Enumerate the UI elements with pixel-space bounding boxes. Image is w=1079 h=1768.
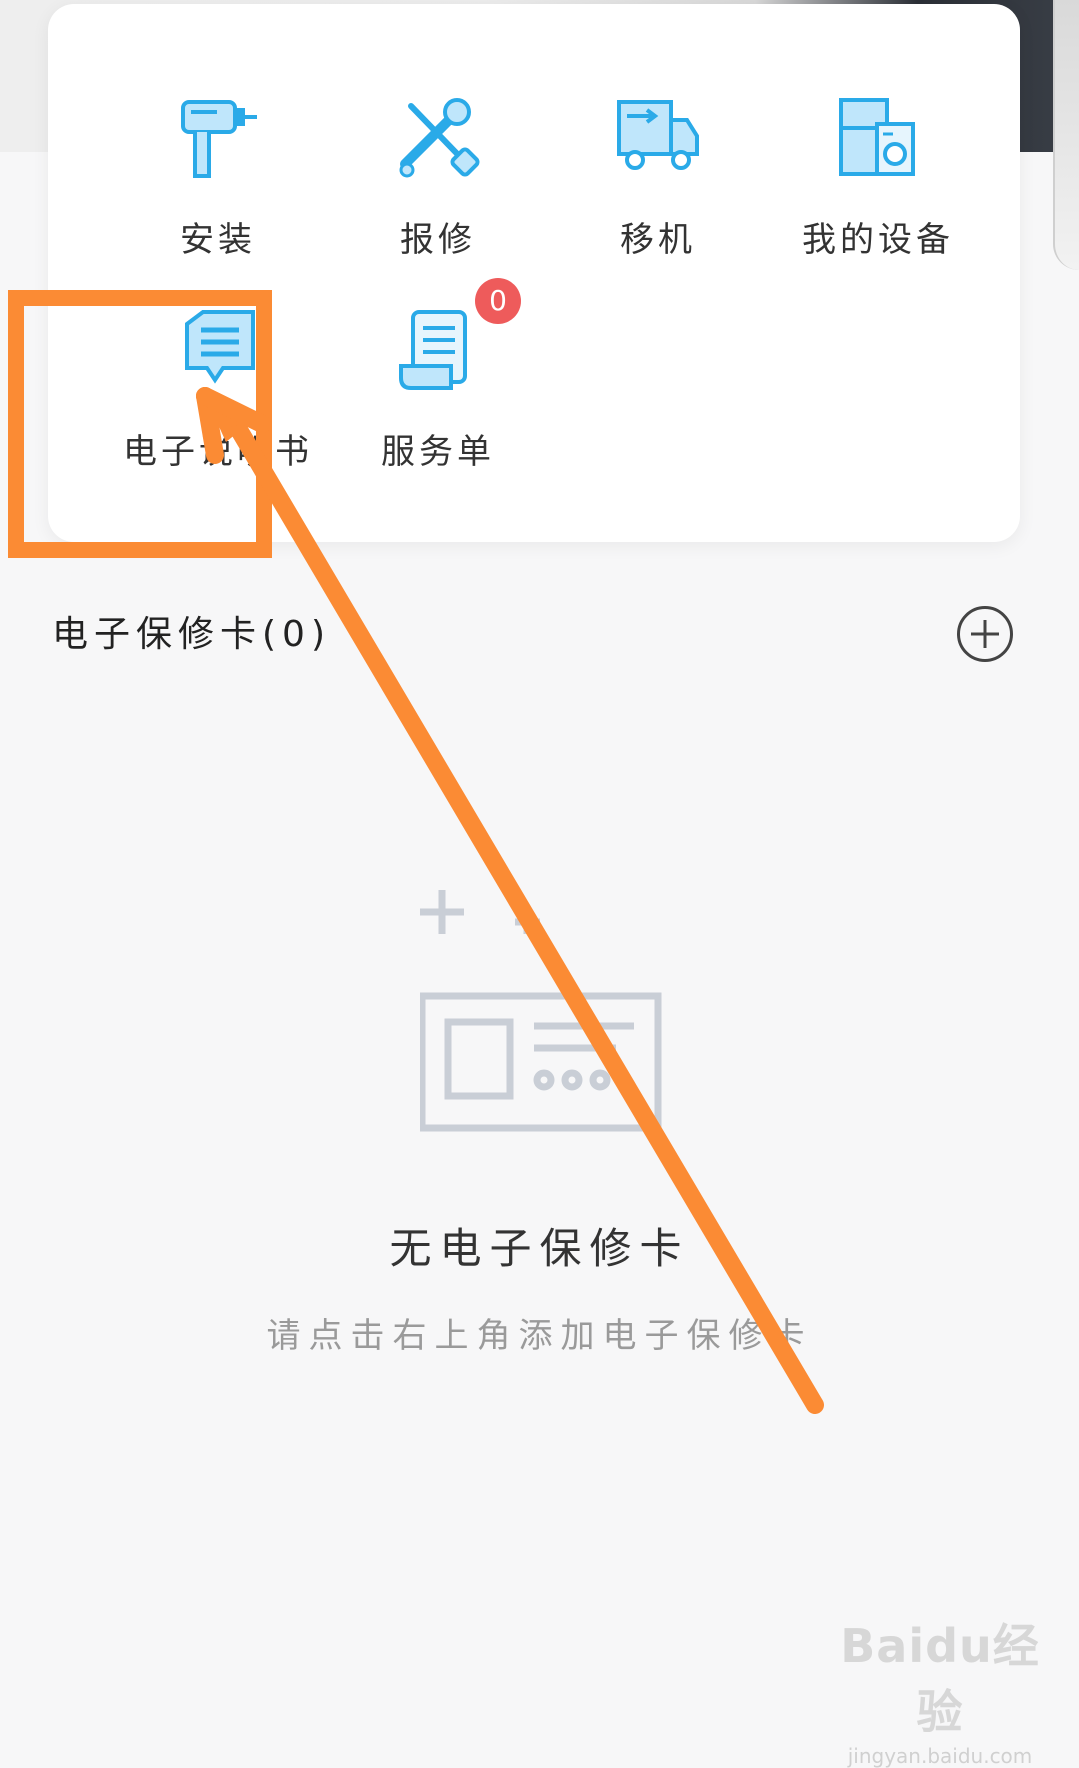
empty-state-hint: 请点击右上角添加电子保修卡 xyxy=(266,1316,813,1356)
service-item-service-order[interactable]: 0 服务单 xyxy=(328,278,548,473)
service-label: 移机 xyxy=(620,220,696,260)
service-item-my-devices[interactable]: 我的设备 xyxy=(768,94,988,261)
warranty-section-title: 电子保修卡(0) xyxy=(52,614,331,655)
notification-badge: 0 xyxy=(475,278,521,324)
truck-icon xyxy=(613,94,703,184)
appliances-icon xyxy=(833,94,923,184)
service-label: 我的设备 xyxy=(802,220,954,260)
service-item-repair[interactable]: 报修 xyxy=(328,94,548,261)
drill-icon xyxy=(173,94,263,184)
service-label: 服务单 xyxy=(381,432,495,472)
service-label: 报修 xyxy=(400,220,476,260)
watermark-url: jingyan.baidu.com xyxy=(847,1744,1033,1768)
tools-icon xyxy=(393,94,483,184)
watermark: Baidu经验 jingyan.baidu.com xyxy=(820,1610,1060,1768)
side-panel-edge xyxy=(1053,0,1079,270)
annotation-highlight-box xyxy=(8,290,272,558)
empty-card-icon xyxy=(418,880,680,1140)
service-label: 安装 xyxy=(180,220,256,260)
empty-state-title: 无电子保修卡 xyxy=(389,1224,690,1273)
service-order-icon: 0 xyxy=(393,278,521,396)
service-item-relocate[interactable]: 移机 xyxy=(548,94,768,261)
watermark-logo: Baidu经验 xyxy=(840,1619,1040,1739)
service-item-install[interactable]: 安装 xyxy=(108,94,328,261)
add-warranty-button[interactable] xyxy=(957,606,1013,662)
